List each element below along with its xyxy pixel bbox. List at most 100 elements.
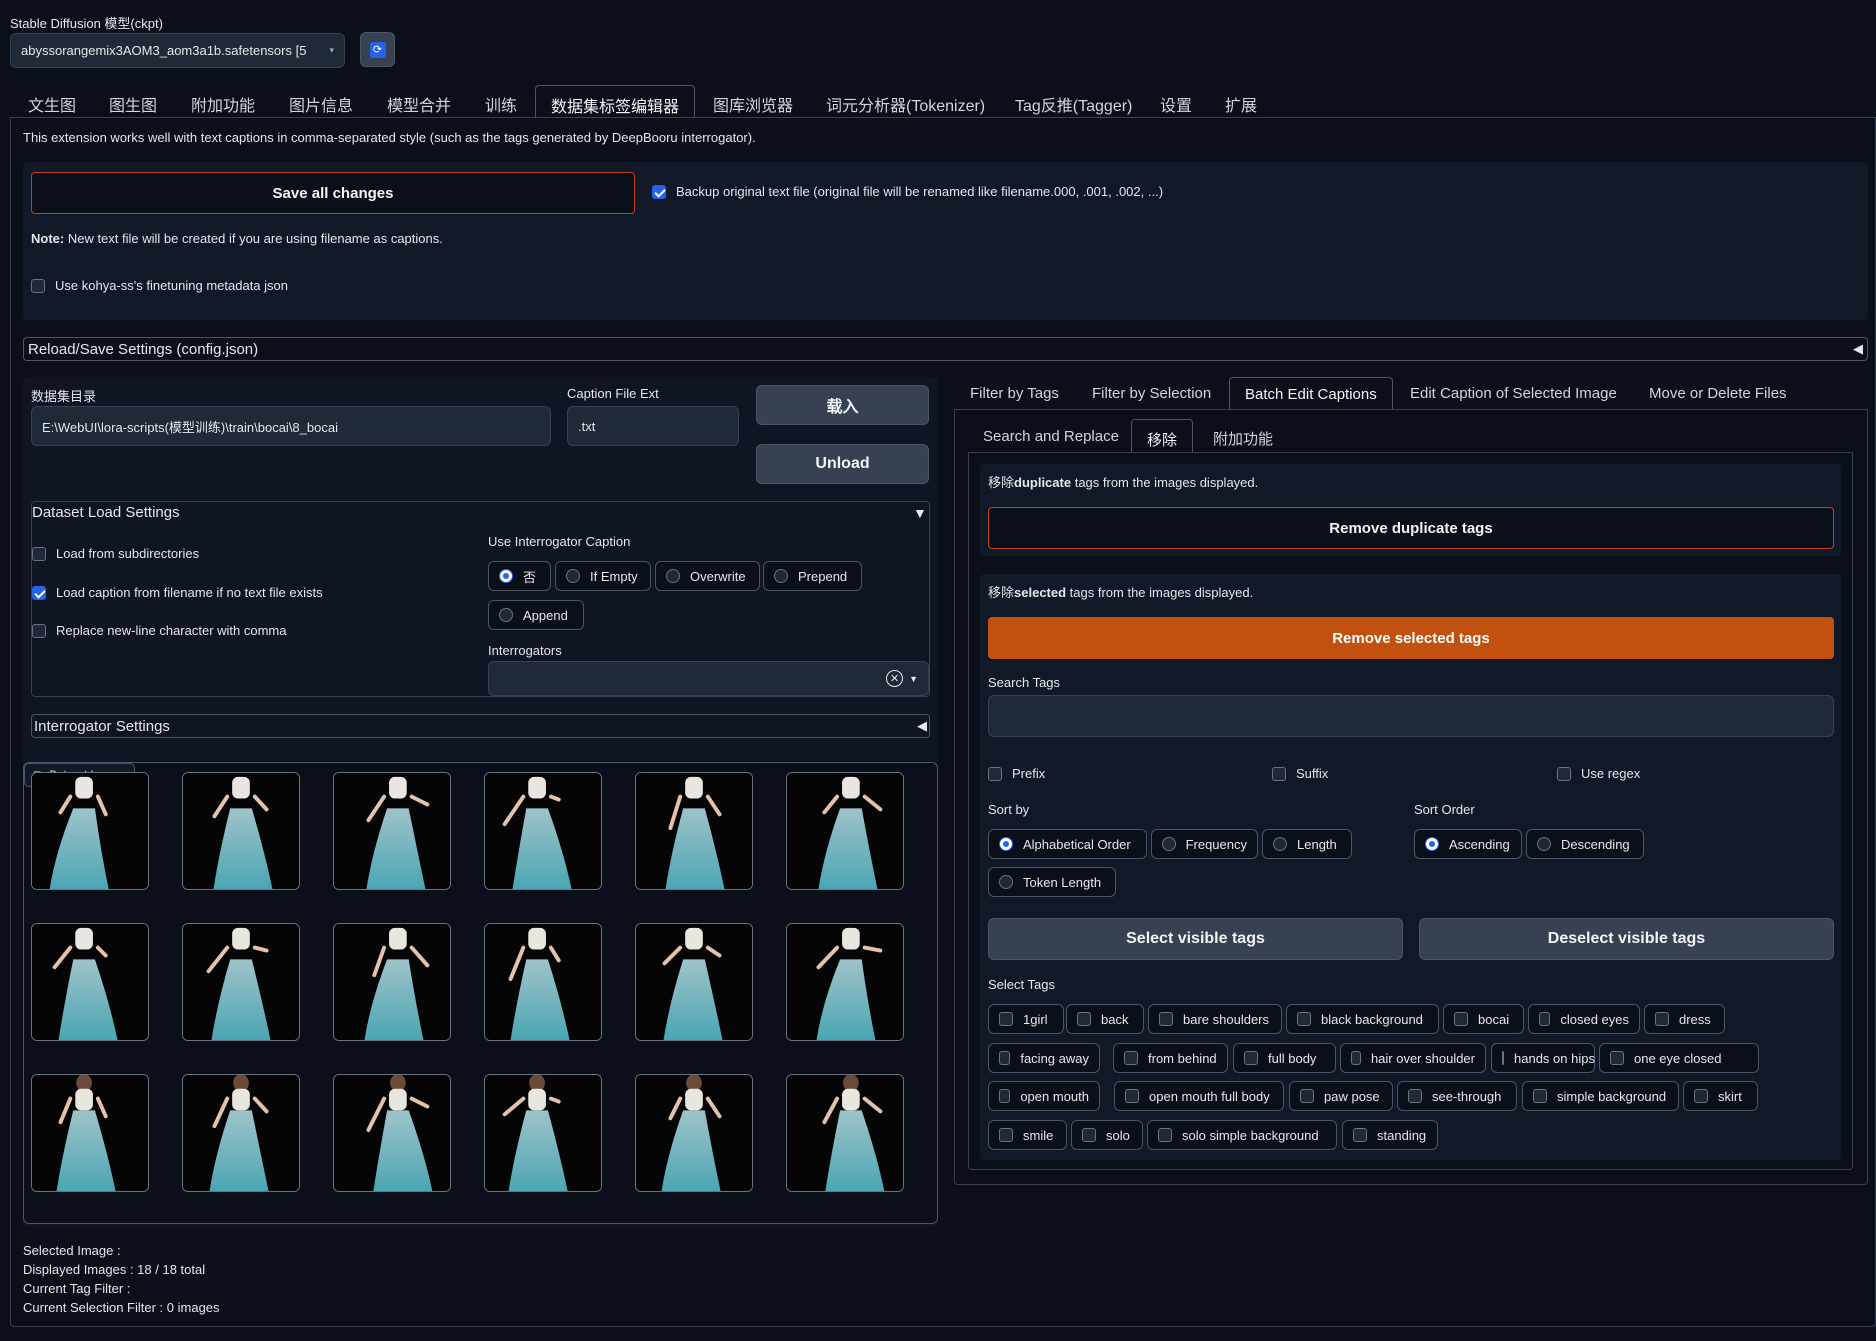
interrogators-select[interactable]: ✕ ▼ (488, 661, 929, 696)
tab-image-browser[interactable]: 图库浏览器 (713, 92, 793, 116)
tab-tokenizer[interactable]: 词元分析器(Tokenizer) (826, 92, 985, 116)
subtab-remove[interactable]: 移除 (1131, 419, 1194, 453)
tag-checkbox-item[interactable]: back (1066, 1004, 1144, 1034)
suffix-checkbox[interactable] (1272, 766, 1286, 781)
tag-checkbox-item[interactable]: black background (1286, 1004, 1439, 1034)
tag-checkbox[interactable] (1300, 1089, 1314, 1103)
dataset-thumbnail[interactable] (31, 1074, 149, 1192)
tag-checkbox[interactable] (1351, 1051, 1361, 1065)
tag-checkbox-item[interactable]: solo simple background (1147, 1120, 1337, 1150)
prefix-checkbox[interactable] (988, 766, 1002, 781)
model-select[interactable]: abyssorangemix3AOM3_aom3a1b.safetensors … (10, 33, 345, 68)
tag-checkbox-item[interactable]: smile (988, 1120, 1067, 1150)
subdirs-checkbox[interactable] (32, 546, 46, 561)
kohya-checkbox[interactable] (31, 278, 45, 293)
tag-checkbox-item[interactable]: simple background (1522, 1081, 1679, 1111)
tag-checkbox[interactable] (999, 1012, 1013, 1026)
tag-checkbox[interactable] (1694, 1089, 1708, 1103)
subtab-extras[interactable]: 附加功能 (1213, 428, 1273, 449)
use-regex-checkbox[interactable] (1557, 766, 1571, 781)
reload-save-accordion[interactable]: Reload/Save Settings (config.json) ◀ (23, 337, 1868, 361)
remove-selected-button[interactable]: Remove selected tags (988, 617, 1834, 659)
tag-checkbox[interactable] (1159, 1012, 1173, 1026)
dataset-thumbnail[interactable] (31, 772, 149, 890)
tab-dataset-tag-editor[interactable]: 数据集标签编辑器 (535, 85, 696, 118)
tag-checkbox-item[interactable]: full body (1233, 1043, 1336, 1073)
dataset-thumbnail[interactable] (182, 772, 300, 890)
tag-checkbox-item[interactable]: see-through (1397, 1081, 1517, 1111)
prefix-row[interactable]: Prefix (988, 766, 1045, 781)
dataset-thumbnail[interactable] (635, 1074, 753, 1192)
order-descending[interactable]: Descending (1526, 829, 1644, 859)
radio-if-empty[interactable]: If Empty (555, 561, 651, 591)
tab-png-info[interactable]: 图片信息 (289, 92, 353, 116)
from-filename-row[interactable]: Load caption from filename if no text fi… (32, 585, 323, 600)
use-regex-row[interactable]: Use regex (1557, 766, 1640, 781)
dataset-thumbnail[interactable] (333, 772, 451, 890)
tag-checkbox[interactable] (1533, 1089, 1547, 1103)
dataset-thumbnail[interactable] (182, 1074, 300, 1192)
radio-append[interactable]: Append (488, 600, 584, 630)
deselect-visible-button[interactable]: Deselect visible tags (1419, 918, 1834, 960)
sort-frequency[interactable]: Frequency (1151, 829, 1258, 859)
tag-checkbox-item[interactable]: hair over shoulder (1340, 1043, 1486, 1073)
tag-checkbox[interactable] (999, 1089, 1011, 1103)
tag-checkbox[interactable] (1158, 1128, 1172, 1142)
dataset-load-settings-title[interactable]: Dataset Load Settings (32, 504, 180, 521)
remove-duplicate-button[interactable]: Remove duplicate tags (988, 507, 1834, 549)
tab-batch-edit-captions[interactable]: Batch Edit Captions (1229, 377, 1393, 410)
backup-checkbox[interactable] (652, 184, 666, 199)
tag-checkbox-item[interactable]: paw pose (1289, 1081, 1393, 1111)
newline-row[interactable]: Replace new-line character with comma (32, 623, 286, 638)
tag-checkbox-item[interactable]: facing away (988, 1043, 1100, 1073)
backup-checkbox-row[interactable]: Backup original text file (original file… (652, 184, 1163, 199)
clear-icon[interactable]: ✕ (886, 670, 904, 687)
dataset-thumbnail[interactable] (333, 923, 451, 1041)
tag-checkbox-item[interactable]: open mouth full body (1114, 1081, 1284, 1111)
tag-checkbox-item[interactable]: hands on hips (1491, 1043, 1595, 1073)
subtab-search-replace[interactable]: Search and Replace (983, 428, 1119, 445)
tab-filter-by-selection[interactable]: Filter by Selection (1092, 385, 1211, 402)
dataset-thumbnail[interactable] (484, 923, 602, 1041)
dataset-thumbnail[interactable] (635, 772, 753, 890)
caption-ext-input[interactable]: .txt (567, 406, 739, 446)
refresh-button[interactable]: ⟳ (360, 32, 395, 67)
dataset-dir-input[interactable]: E:\WebUI\lora-scripts(模型训练)\train\bocai\… (31, 406, 551, 446)
tag-checkbox-item[interactable]: dress (1644, 1004, 1725, 1034)
dataset-thumbnail[interactable] (182, 923, 300, 1041)
tag-checkbox[interactable] (999, 1051, 1011, 1065)
interrogator-settings-accordion[interactable]: Interrogator Settings ◀ (31, 714, 930, 738)
dataset-thumbnail[interactable] (333, 1074, 451, 1192)
tab-tagger[interactable]: Tag反推(Tagger) (1015, 92, 1132, 116)
order-ascending[interactable]: Ascending (1414, 829, 1522, 859)
tag-checkbox-item[interactable]: one eye closed (1599, 1043, 1759, 1073)
tag-checkbox[interactable] (1539, 1012, 1551, 1026)
tab-settings[interactable]: 设置 (1160, 92, 1192, 116)
tab-filter-by-tags[interactable]: Filter by Tags (970, 385, 1059, 402)
dataset-thumbnail[interactable] (484, 1074, 602, 1192)
tag-checkbox[interactable] (1408, 1089, 1422, 1103)
tag-checkbox-item[interactable]: from behind (1113, 1043, 1228, 1073)
tag-checkbox[interactable] (1655, 1012, 1669, 1026)
tag-checkbox[interactable] (1077, 1012, 1091, 1026)
save-all-button[interactable]: Save all changes (31, 172, 635, 214)
unload-button[interactable]: Unload (756, 444, 929, 484)
select-visible-button[interactable]: Select visible tags (988, 918, 1403, 960)
tab-img2img[interactable]: 图生图 (109, 92, 157, 116)
dataset-thumbnail[interactable] (484, 772, 602, 890)
dataset-thumbnail[interactable] (635, 923, 753, 1041)
tag-checkbox[interactable] (1297, 1012, 1311, 1026)
tag-checkbox[interactable] (1244, 1051, 1258, 1065)
tag-checkbox-item[interactable]: bare shoulders (1148, 1004, 1282, 1034)
tag-checkbox[interactable] (1353, 1128, 1367, 1142)
tag-checkbox[interactable] (1124, 1051, 1138, 1065)
tab-edit-selected-caption[interactable]: Edit Caption of Selected Image (1410, 385, 1617, 402)
tab-extensions[interactable]: 扩展 (1225, 92, 1257, 116)
tag-checkbox[interactable] (1082, 1128, 1096, 1142)
tab-checkpoint-merger[interactable]: 模型合并 (387, 92, 451, 116)
radio-prepend[interactable]: Prepend (763, 561, 862, 591)
tag-checkbox-item[interactable]: bocai (1443, 1004, 1524, 1034)
load-button[interactable]: 载入 (756, 385, 929, 425)
tag-checkbox-item[interactable]: open mouth (988, 1081, 1100, 1111)
chevron-down-icon[interactable]: ▼ (909, 674, 918, 684)
